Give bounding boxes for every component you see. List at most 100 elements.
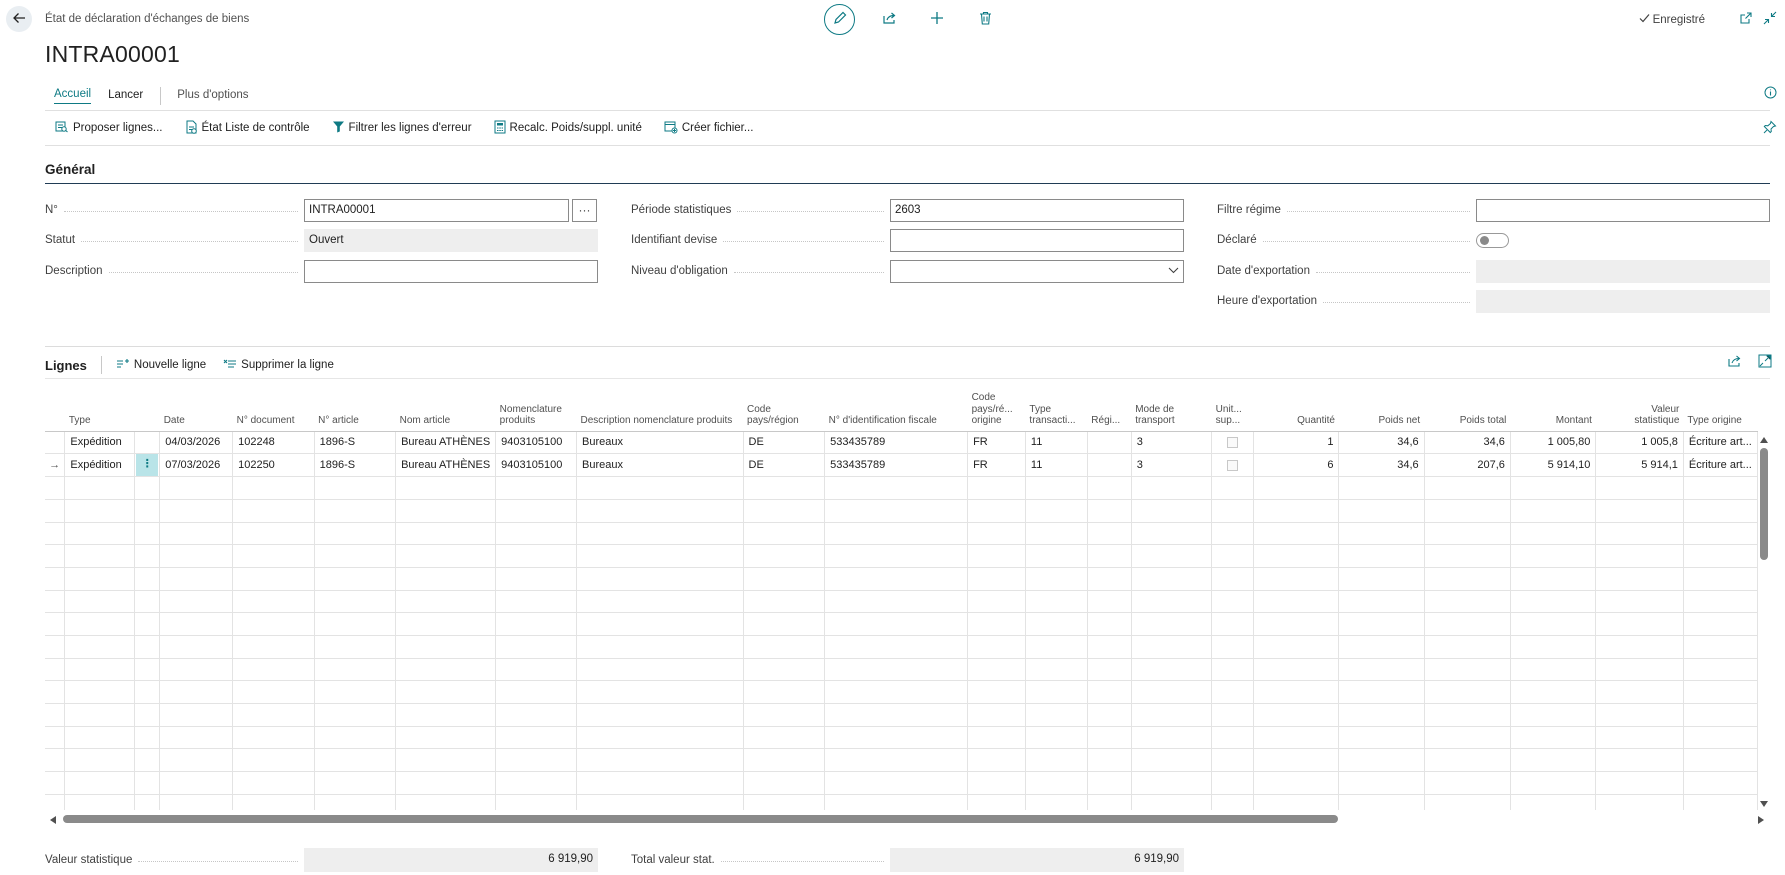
empty-cell[interactable]: [1424, 703, 1511, 727]
empty-cell[interactable]: [495, 499, 578, 523]
empty-cell[interactable]: [314, 658, 397, 682]
col-supp-unit[interactable]: Unit... sup...: [1211, 386, 1254, 432]
cell-date[interactable]: 04/03/2026: [159, 431, 234, 455]
empty-cell[interactable]: [824, 612, 969, 636]
empty-cell[interactable]: [314, 726, 397, 750]
empty-cell[interactable]: [232, 680, 315, 705]
empty-cell[interactable]: [1025, 635, 1088, 659]
empty-cell[interactable]: [1253, 658, 1340, 682]
empty-cell[interactable]: [314, 612, 397, 636]
empty-cell[interactable]: [967, 703, 1026, 727]
empty-cell[interactable]: [134, 771, 161, 795]
empty-cell[interactable]: [1131, 567, 1213, 591]
col-regime[interactable]: Régi...: [1087, 386, 1132, 432]
empty-cell[interactable]: [1087, 771, 1132, 795]
empty-cell[interactable]: [1510, 635, 1597, 659]
edit-button[interactable]: [824, 4, 855, 35]
cell-type[interactable]: Expédition: [64, 431, 136, 455]
empty-cell[interactable]: [1424, 748, 1511, 773]
empty-cell[interactable]: [314, 476, 397, 500]
declared-toggle[interactable]: [1476, 232, 1509, 248]
empty-cell[interactable]: [743, 499, 826, 523]
empty-cell[interactable]: [824, 544, 969, 568]
empty-cell[interactable]: [1595, 748, 1684, 773]
empty-table-row[interactable]: [45, 680, 1758, 705]
scroll-left-icon[interactable]: [49, 814, 57, 828]
empty-cell[interactable]: [743, 748, 826, 773]
cell-net-weight[interactable]: 34,6: [1338, 453, 1425, 478]
col-stat-value[interactable]: Valeur statistique: [1595, 386, 1684, 432]
empty-cell[interactable]: [743, 590, 826, 614]
empty-cell[interactable]: [232, 726, 315, 750]
empty-cell[interactable]: [45, 680, 66, 705]
empty-cell[interactable]: [576, 726, 744, 750]
cell-stat-value[interactable]: 5 914,1: [1595, 453, 1684, 478]
empty-cell[interactable]: [495, 590, 578, 614]
empty-cell[interactable]: [1595, 658, 1684, 682]
empty-cell[interactable]: [134, 476, 161, 500]
empty-cell[interactable]: [1424, 476, 1511, 500]
empty-cell[interactable]: [1211, 771, 1255, 795]
empty-cell[interactable]: [1253, 567, 1340, 591]
empty-cell[interactable]: [1595, 522, 1684, 546]
empty-cell[interactable]: [1683, 567, 1758, 591]
empty-cell[interactable]: [967, 476, 1026, 500]
empty-cell[interactable]: [1253, 522, 1340, 546]
empty-cell[interactable]: [45, 726, 66, 750]
empty-cell[interactable]: [45, 703, 66, 727]
empty-cell[interactable]: [45, 476, 66, 500]
empty-cell[interactable]: [1683, 522, 1758, 546]
col-transaction-type[interactable]: Type transacti...: [1025, 386, 1088, 432]
empty-cell[interactable]: [45, 794, 66, 810]
empty-cell[interactable]: [1131, 590, 1213, 614]
empty-cell[interactable]: [1211, 499, 1255, 523]
empty-cell[interactable]: [1131, 499, 1213, 523]
empty-cell[interactable]: [45, 499, 66, 523]
checklist-report-button[interactable]: État Liste de contrôle: [185, 120, 310, 137]
empty-cell[interactable]: [1595, 726, 1684, 750]
empty-cell[interactable]: [1510, 748, 1597, 773]
empty-cell[interactable]: [967, 522, 1026, 546]
empty-cell[interactable]: [1253, 635, 1340, 659]
empty-cell[interactable]: [159, 726, 234, 750]
empty-cell[interactable]: [1131, 658, 1213, 682]
empty-cell[interactable]: [1025, 612, 1088, 636]
empty-cell[interactable]: [1424, 635, 1511, 659]
empty-cell[interactable]: [1338, 612, 1425, 636]
empty-cell[interactable]: [1683, 726, 1758, 750]
empty-cell[interactable]: [1424, 771, 1511, 795]
empty-cell[interactable]: [495, 658, 578, 682]
empty-cell[interactable]: [1424, 726, 1511, 750]
cell-regime[interactable]: [1087, 453, 1132, 478]
empty-cell[interactable]: [967, 680, 1026, 705]
cell-tariff[interactable]: 9403105100: [495, 431, 578, 455]
empty-cell[interactable]: [576, 794, 744, 810]
empty-cell[interactable]: [1424, 794, 1511, 810]
empty-cell[interactable]: [64, 794, 136, 810]
delete-line-button[interactable]: Supprimer la ligne: [223, 358, 334, 373]
cell-item-name[interactable]: Bureau ATHÈNES: [395, 453, 497, 478]
empty-cell[interactable]: [395, 658, 497, 682]
empty-cell[interactable]: [495, 476, 578, 500]
empty-cell[interactable]: [1025, 680, 1088, 705]
empty-cell[interactable]: [232, 771, 315, 795]
empty-cell[interactable]: [64, 544, 136, 568]
empty-cell[interactable]: [64, 726, 136, 750]
new-button[interactable]: [923, 6, 951, 34]
empty-cell[interactable]: [134, 499, 161, 523]
empty-cell[interactable]: [159, 658, 234, 682]
empty-cell[interactable]: [134, 522, 161, 546]
cell-total-weight[interactable]: 34,6: [1424, 431, 1511, 455]
empty-table-row[interactable]: [45, 748, 1758, 773]
empty-cell[interactable]: [1025, 544, 1088, 568]
empty-cell[interactable]: [395, 499, 497, 523]
col-doc-no[interactable]: N° document: [232, 386, 315, 432]
empty-cell[interactable]: [1131, 544, 1213, 568]
empty-cell[interactable]: [743, 567, 826, 591]
cell-doc-no[interactable]: 102250: [232, 453, 315, 478]
empty-cell[interactable]: [232, 612, 315, 636]
empty-cell[interactable]: [1131, 476, 1213, 500]
empty-cell[interactable]: [1131, 680, 1213, 705]
empty-cell[interactable]: [743, 522, 826, 546]
empty-cell[interactable]: [45, 544, 66, 568]
